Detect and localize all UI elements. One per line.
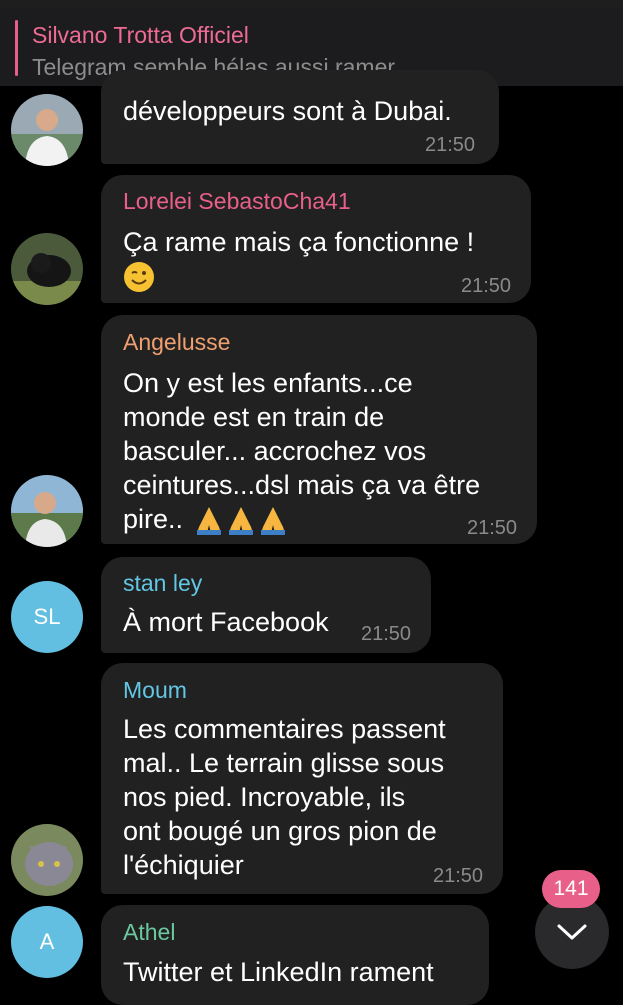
message-text: ont bougé un gros pion de [123,816,437,846]
message-bubble[interactable]: développeurs sont à Dubai. 21:50 [101,70,499,164]
avatar[interactable] [11,233,83,305]
avatar[interactable] [11,94,83,166]
message-text: Twitter et LinkedIn rament [123,957,434,987]
avatar-initials[interactable]: SL [11,581,83,653]
message-time: 21:50 [461,275,512,297]
message-bubble[interactable]: Moum Les commentaires passent mal.. Le t… [101,663,503,894]
avatar-initials[interactable]: A [11,906,83,978]
message-time: 21:50 [433,865,484,887]
sender-name: Athel [123,919,176,945]
message-text: monde est en train de [123,402,385,432]
message-text: développeurs sont à Dubai. [123,96,452,126]
status-strip [0,0,623,8]
message-text: Ça rame mais ça fonctionne ! [123,227,475,257]
message-text: À mort Facebook [123,607,329,637]
sender-name: Angelusse [123,329,231,355]
winking-face-icon [124,262,154,292]
message-text: ceintures...dsl mais ça va être [123,470,481,500]
avatar[interactable] [11,824,83,896]
sender-name: Lorelei SebastoCha41 [123,188,351,214]
message-text: l'échiquier [123,850,244,880]
message-text: mal.. Le terrain glisse sous [123,748,445,778]
sender-name: Moum [123,677,187,703]
message-time: 21:50 [361,623,412,645]
message-text: nos pied. Incroyable, ils [123,782,406,812]
message-text: basculer... accrochez vos [123,436,427,466]
message-time: 21:50 [425,134,476,156]
message-text: On y est les enfants...ce [123,368,413,398]
folded-hands-icon [197,507,285,535]
message-bubble[interactable]: Angelusse On y est les enfants...ce mond… [101,315,537,544]
message-time: 21:50 [467,517,518,539]
message-text: pire.. [123,504,184,534]
message-bubble[interactable]: Athel Twitter et LinkedIn rament [101,905,489,1005]
message-text: Les commentaires passent [123,714,446,744]
chevron-down-icon [557,924,587,940]
pinned-accent-bar [15,20,18,76]
message-bubble[interactable]: stan ley À mort Facebook 21:50 [101,557,431,653]
sender-name: stan ley [123,570,203,596]
unread-count-badge: 141 [542,870,600,908]
pinned-title: Silvano Trotta Officiel [32,22,249,48]
avatar[interactable] [11,475,83,547]
message-bubble[interactable]: Lorelei SebastoCha41 Ça rame mais ça fon… [101,175,531,303]
